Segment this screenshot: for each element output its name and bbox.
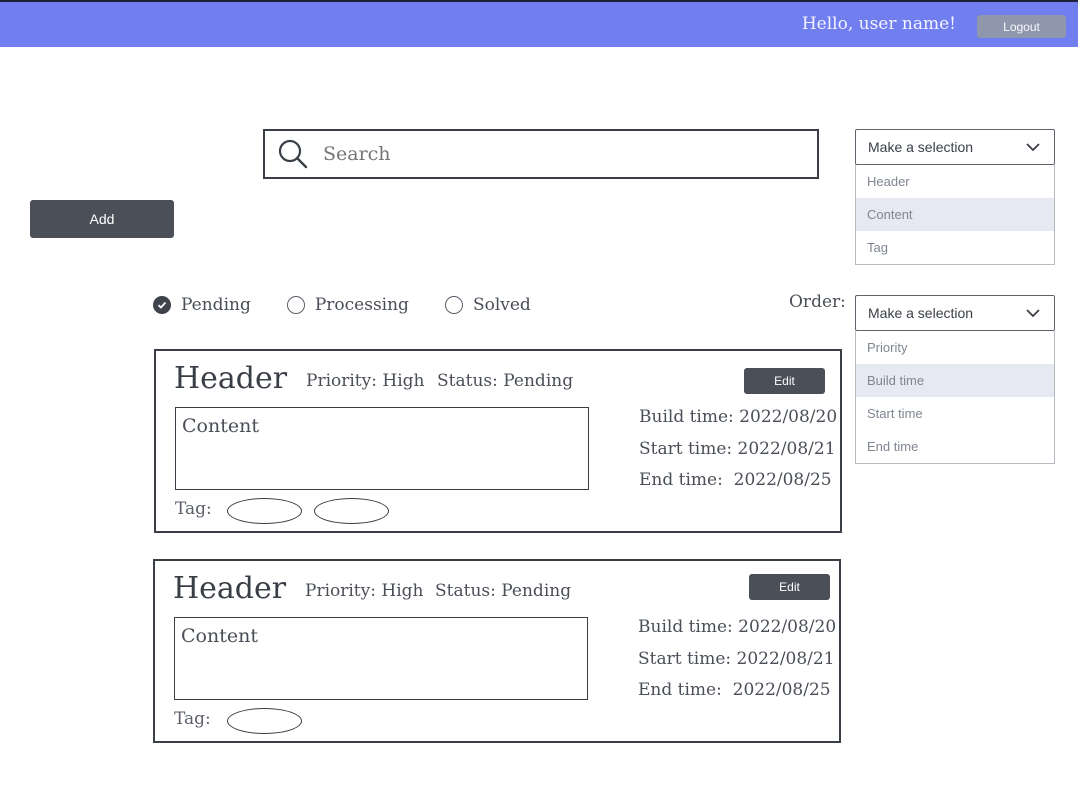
order-selected-value: Make a selection (868, 305, 974, 321)
order-options: Priority Build time Start time End time (855, 331, 1055, 464)
top-bar: Hello, user name! Logout (0, 0, 1078, 47)
search-field-options: Header Content Tag (855, 165, 1055, 265)
radio-pending[interactable]: Pending (153, 295, 251, 315)
card-priority: Priority: High (305, 581, 424, 601)
logout-button[interactable]: Logout (977, 15, 1066, 38)
radio-label: Solved (472, 295, 531, 315)
option-start-time[interactable]: Start time (856, 397, 1054, 430)
task-card: Header Priority: High Status: Pending Ed… (154, 349, 842, 533)
search-icon (278, 139, 308, 169)
radio-processing[interactable]: Processing (286, 295, 409, 315)
option-end-time[interactable]: End time (856, 430, 1054, 463)
card-header: Header (174, 361, 288, 396)
search-field-dropdown[interactable]: Make a selection Header Content Tag (855, 129, 1055, 265)
radio-solved[interactable]: Solved (444, 295, 531, 315)
option-priority[interactable]: Priority (856, 331, 1054, 364)
option-build-time[interactable]: Build time (856, 364, 1054, 397)
card-status: Status: Pending (437, 371, 574, 391)
tag-label: Tag: (174, 709, 211, 729)
search-bar[interactable] (263, 129, 819, 179)
chevron-down-icon (1026, 143, 1040, 152)
search-field-selected-value: Make a selection (868, 139, 974, 155)
edit-button[interactable]: Edit (749, 574, 830, 600)
card-content: Content (175, 407, 589, 490)
build-time: Build time: 2022/08/20 (639, 407, 838, 427)
order-dropdown[interactable]: Make a selection Priority Build time Sta… (855, 295, 1055, 464)
check-icon (157, 301, 167, 309)
start-time: Start time: 2022/08/21 (638, 649, 835, 669)
search-field-select[interactable]: Make a selection (855, 129, 1055, 165)
tag-pill[interactable] (227, 498, 302, 524)
greeting-text: Hello, user name! (801, 14, 956, 34)
task-card: Header Priority: High Status: Pending Ed… (153, 559, 841, 743)
option-tag[interactable]: Tag (856, 231, 1054, 264)
search-input[interactable] (323, 143, 783, 165)
end-time: End time: 2022/08/25 (639, 470, 832, 490)
card-header: Header (173, 571, 287, 606)
order-label: Order: (789, 292, 846, 312)
build-time: Build time: 2022/08/20 (638, 617, 837, 637)
radio-unchecked-icon[interactable] (444, 296, 463, 314)
radio-label: Pending (181, 295, 251, 315)
option-header[interactable]: Header (856, 165, 1054, 198)
radio-label: Processing (314, 295, 409, 315)
tag-label: Tag: (175, 499, 212, 519)
radio-checked-icon[interactable] (153, 296, 171, 314)
order-select[interactable]: Make a selection (855, 295, 1055, 331)
tag-pill[interactable] (314, 498, 389, 524)
card-status: Status: Pending (435, 581, 572, 601)
status-filter-group: Pending Processing Solved (153, 293, 567, 317)
add-button[interactable]: Add (30, 200, 174, 238)
option-content[interactable]: Content (856, 198, 1054, 231)
chevron-down-icon (1026, 309, 1040, 318)
tag-pill[interactable] (227, 708, 302, 734)
card-content: Content (174, 617, 588, 700)
radio-unchecked-icon[interactable] (286, 296, 305, 314)
edit-button[interactable]: Edit (744, 368, 825, 394)
start-time: Start time: 2022/08/21 (639, 439, 836, 459)
end-time: End time: 2022/08/25 (638, 680, 831, 700)
card-priority: Priority: High (306, 371, 425, 391)
